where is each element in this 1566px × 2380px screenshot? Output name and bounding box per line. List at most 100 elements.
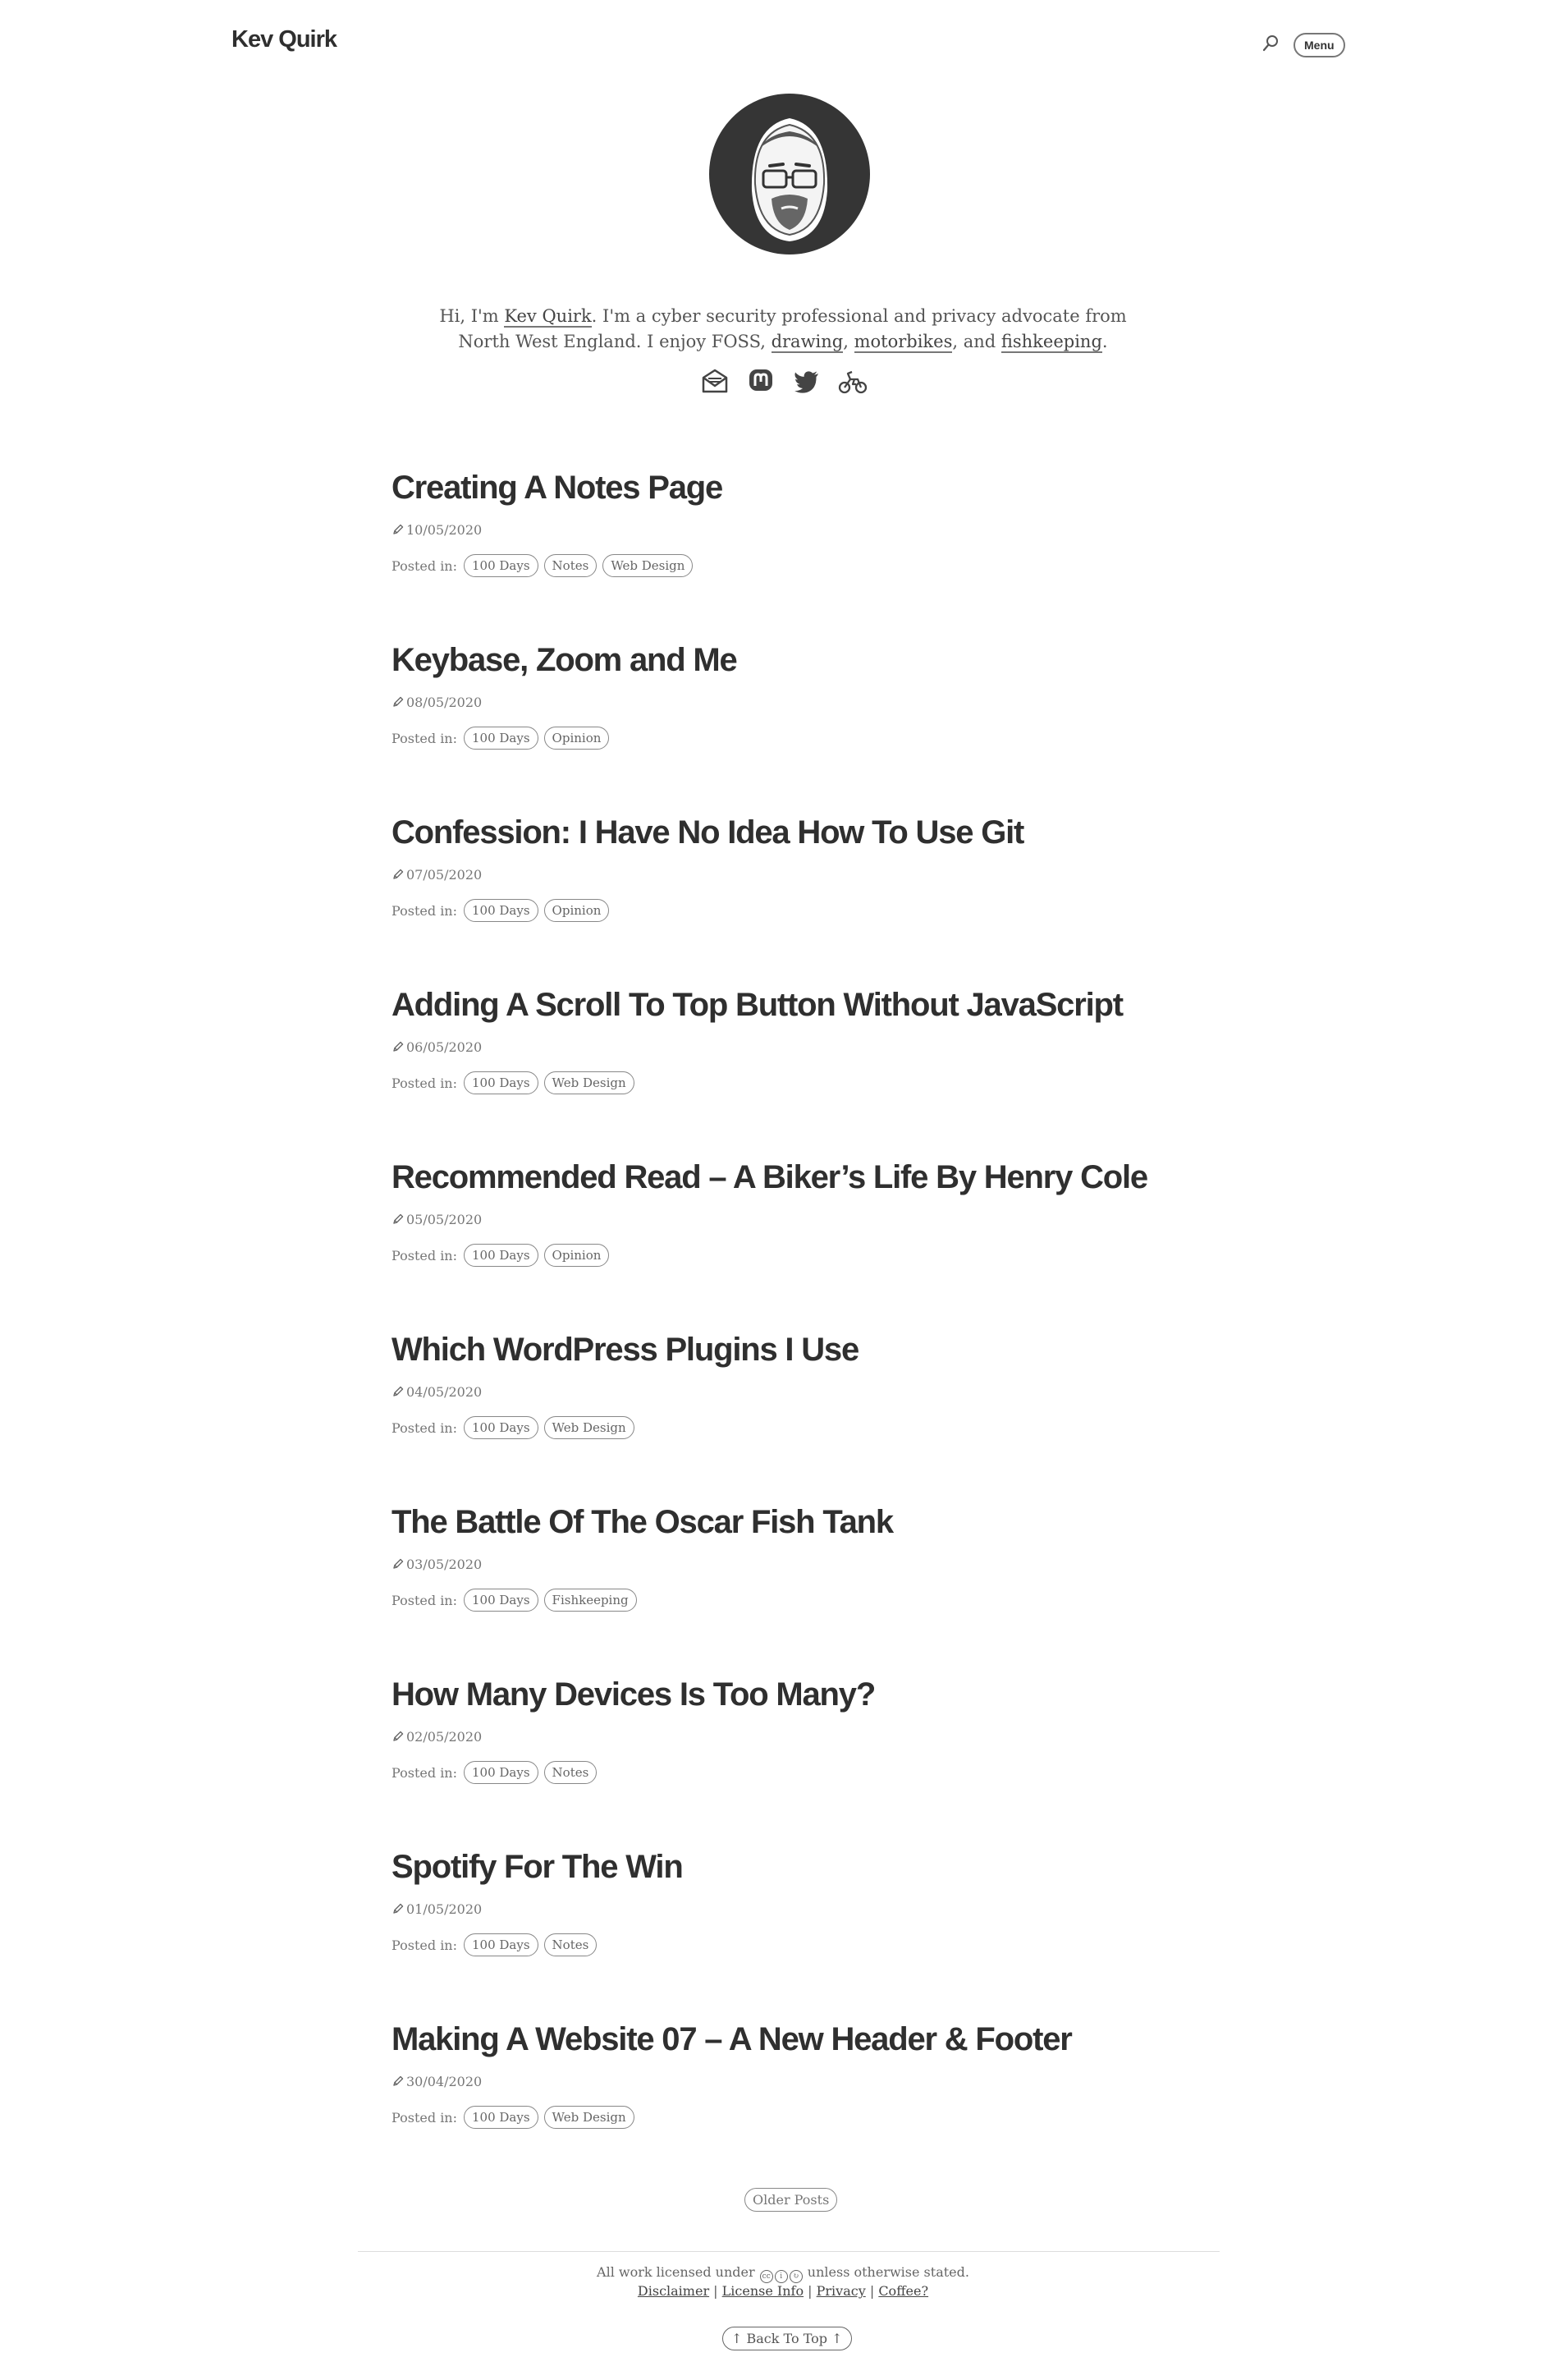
post-item: How Many Devices Is Too Many? 02/05/2020 P… bbox=[392, 1667, 1212, 1839]
posted-in-label: Posted in: bbox=[392, 1419, 457, 1436]
post-date: 07/05/2020 bbox=[392, 867, 482, 883]
site-header: Kev Quirk Menu bbox=[0, 0, 1566, 90]
posted-in-label: Posted in: bbox=[392, 557, 457, 574]
pencil-icon bbox=[392, 1384, 406, 1400]
tag-chip[interactable]: 100 Days bbox=[464, 554, 538, 577]
tag-chip[interactable]: Opinion bbox=[543, 1244, 610, 1267]
twitter-icon[interactable] bbox=[792, 366, 822, 396]
posted-in-label: Posted in: bbox=[392, 1247, 457, 1263]
posted-in-label: Posted in: bbox=[392, 1764, 457, 1781]
tag-chip[interactable]: 100 Days bbox=[464, 2106, 538, 2129]
post-categories: Posted in: 100 Days Notes Web Design bbox=[392, 554, 698, 577]
tag-chip[interactable]: Web Design bbox=[543, 1416, 634, 1439]
fishkeeping-link[interactable]: fishkeeping bbox=[1000, 332, 1102, 353]
post-date-text: 10/05/2020 bbox=[406, 522, 483, 538]
post-date-text: 03/05/2020 bbox=[406, 1557, 483, 1572]
tag-chip[interactable]: Opinion bbox=[543, 899, 610, 922]
pencil-icon bbox=[392, 2074, 406, 2089]
post-date: 03/05/2020 bbox=[392, 1557, 482, 1572]
tag-chip[interactable]: Notes bbox=[543, 554, 598, 577]
license-text: All work licensed under cc i ↻ unless othe… bbox=[0, 2263, 1566, 2283]
posted-in-label: Posted in: bbox=[392, 902, 457, 919]
post-item: Confession: I Have No Idea How To Use Gi… bbox=[392, 805, 1212, 977]
post-title[interactable]: Adding A Scroll To Top Button Without Ja… bbox=[392, 987, 1124, 1024]
post-categories: Posted in: 100 Days Web Design bbox=[392, 1416, 640, 1439]
post-categories: Posted in: 100 Days Opinion bbox=[392, 1244, 615, 1267]
license-info-link[interactable]: License Info bbox=[722, 2283, 804, 2299]
post-date: 10/05/2020 bbox=[392, 522, 482, 538]
name-link[interactable]: Kev Quirk bbox=[504, 306, 592, 328]
post-list: Creating A Notes Page 10/05/2020 Posted in… bbox=[392, 460, 1212, 2184]
motorbike-icon[interactable] bbox=[838, 366, 868, 396]
back-to-top-label: Back To Top bbox=[746, 2331, 828, 2346]
email-icon[interactable] bbox=[700, 366, 730, 396]
tag-chip[interactable]: Notes bbox=[543, 1933, 598, 1956]
post-item: Recommended Read – A Biker’s Life By Hen… bbox=[392, 1149, 1212, 1322]
motorbikes-link[interactable]: motorbikes bbox=[854, 332, 953, 353]
tag-chip[interactable]: 100 Days bbox=[464, 1071, 538, 1094]
arrow-up-icon: ↑ bbox=[731, 2331, 743, 2346]
tag-chip[interactable]: Opinion bbox=[543, 727, 610, 750]
pencil-icon bbox=[392, 1901, 406, 1917]
post-categories: Posted in: 100 Days Notes bbox=[392, 1933, 602, 1956]
post-title[interactable]: Keybase, Zoom and Me bbox=[392, 642, 738, 679]
tag-chip[interactable]: Web Design bbox=[543, 1071, 634, 1094]
pencil-icon bbox=[392, 522, 406, 538]
pencil-icon bbox=[392, 1039, 406, 1055]
tag-chip[interactable]: Web Design bbox=[602, 554, 694, 577]
posted-in-label: Posted in: bbox=[392, 1937, 457, 1953]
back-to-top-button[interactable]: ↑ Back To Top ↑ bbox=[722, 2327, 852, 2350]
older-posts-button[interactable]: Older Posts bbox=[744, 2188, 838, 2212]
post-title[interactable]: Recommended Read – A Biker’s Life By Hen… bbox=[392, 1159, 1148, 1196]
pencil-icon bbox=[392, 1557, 406, 1572]
site-title[interactable]: Kev Quirk bbox=[231, 26, 337, 53]
avatar bbox=[709, 94, 870, 255]
tag-chip[interactable]: 100 Days bbox=[464, 727, 538, 750]
tag-chip[interactable]: 100 Days bbox=[464, 899, 538, 922]
mastodon-icon[interactable] bbox=[746, 366, 776, 396]
post-date-text: 08/05/2020 bbox=[406, 695, 483, 710]
pencil-icon bbox=[392, 1212, 406, 1227]
post-date-text: 06/05/2020 bbox=[406, 1039, 483, 1055]
tag-chip[interactable]: Web Design bbox=[543, 2106, 634, 2129]
drawing-link[interactable]: drawing bbox=[771, 332, 844, 353]
post-title[interactable]: Spotify For The Win bbox=[392, 1849, 684, 1886]
posted-in-label: Posted in: bbox=[392, 2109, 457, 2125]
search-icon[interactable] bbox=[1262, 34, 1280, 53]
post-title[interactable]: Which WordPress Plugins I Use bbox=[392, 1332, 859, 1369]
post-date-text: 01/05/2020 bbox=[406, 1901, 483, 1917]
post-categories: Posted in: 100 Days Web Design bbox=[392, 1071, 640, 1094]
post-title[interactable]: How Many Devices Is Too Many? bbox=[392, 1676, 876, 1713]
post-categories: Posted in: 100 Days Notes bbox=[392, 1761, 602, 1784]
pencil-icon bbox=[392, 867, 406, 883]
post-title[interactable]: Confession: I Have No Idea How To Use Gi… bbox=[392, 814, 1024, 851]
tag-chip[interactable]: Notes bbox=[543, 1761, 598, 1784]
post-title[interactable]: Making A Website 07 – A New Header & Foo… bbox=[392, 2021, 1073, 2058]
post-categories: Posted in: 100 Days Fishkeeping bbox=[392, 1589, 643, 1612]
post-date-text: 04/05/2020 bbox=[406, 1384, 483, 1400]
post-title[interactable]: The Battle Of The Oscar Fish Tank bbox=[392, 1504, 894, 1541]
post-date-text: 05/05/2020 bbox=[406, 1212, 483, 1227]
footer-divider bbox=[358, 2251, 1220, 2252]
post-item: Spotify For The Win 01/05/2020 Posted in: 1… bbox=[392, 1839, 1212, 2011]
disclaimer-link[interactable]: Disclaimer bbox=[638, 2283, 709, 2299]
tag-chip[interactable]: 100 Days bbox=[464, 1589, 538, 1612]
tag-chip[interactable]: 100 Days bbox=[464, 1933, 538, 1956]
arrow-up-icon: ↑ bbox=[831, 2331, 843, 2346]
tag-chip[interactable]: 100 Days bbox=[464, 1416, 538, 1439]
tag-chip[interactable]: 100 Days bbox=[464, 1761, 538, 1784]
post-date: 30/04/2020 bbox=[392, 2074, 482, 2089]
tag-chip[interactable]: 100 Days bbox=[464, 1244, 538, 1267]
posted-in-label: Posted in: bbox=[392, 1592, 457, 1608]
menu-button[interactable]: Menu bbox=[1294, 33, 1345, 57]
tag-chip[interactable]: Fishkeeping bbox=[543, 1589, 637, 1612]
coffee-link[interactable]: Coffee? bbox=[878, 2283, 928, 2299]
posted-in-label: Posted in: bbox=[392, 1075, 457, 1091]
privacy-link[interactable]: Privacy bbox=[817, 2283, 866, 2299]
post-date: 08/05/2020 bbox=[392, 695, 482, 710]
post-date-text: 07/05/2020 bbox=[406, 867, 483, 883]
post-date: 02/05/2020 bbox=[392, 1729, 482, 1745]
bio-prefix: Hi, I'm bbox=[439, 306, 505, 326]
post-title[interactable]: Creating A Notes Page bbox=[392, 470, 723, 507]
pencil-icon bbox=[392, 695, 406, 710]
